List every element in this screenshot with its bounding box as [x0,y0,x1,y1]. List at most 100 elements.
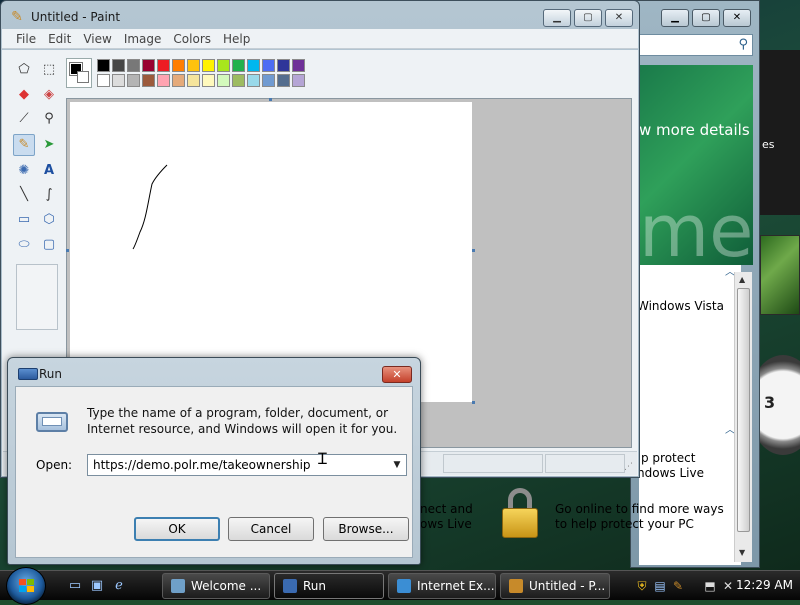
tray-icon[interactable]: ▤ [652,578,668,594]
color-swatch[interactable] [292,74,305,87]
color-swatch[interactable] [292,59,305,72]
color-swatch[interactable] [262,59,275,72]
brush-tool-icon[interactable]: ➤ [38,134,60,156]
color-swatch[interactable] [112,74,125,87]
clock[interactable]: 12:29 AM [736,578,793,592]
search-input[interactable]: ⚲ [639,34,753,56]
ok-button[interactable]: OK [134,517,220,541]
resize-handle[interactable] [66,249,69,252]
task-paint[interactable]: Untitled - P... [500,573,610,599]
text-tool-icon[interactable]: A [38,160,60,182]
welcome-item[interactable]: nect and ows Live [420,502,473,532]
menu-image[interactable]: Image [118,29,168,48]
volume-muted-icon[interactable]: ✕ [720,578,736,594]
color-picker-tool-icon[interactable]: ⟋ [13,108,35,130]
welcome-item-line[interactable]: ndows Live [637,466,704,480]
rectangle-tool-icon[interactable]: ▭ [13,209,35,231]
show-details-link[interactable]: w more details [639,121,750,139]
maximize-button[interactable]: ▢ [574,9,602,27]
color-swatch[interactable] [262,74,275,87]
chevron-down-icon[interactable]: ▼ [388,455,406,475]
eraser-tool-icon[interactable]: ◆ [13,84,35,106]
tool-options-box[interactable] [16,264,58,330]
fill-tool-icon[interactable]: ◈ [38,84,60,106]
color-swatch[interactable] [277,74,290,87]
protect-pc-link[interactable]: Go online to find more ways to help prot… [555,502,724,532]
color-swatch[interactable] [157,74,170,87]
minimize-button[interactable]: ▁ [661,9,689,27]
color-swatch[interactable] [97,59,110,72]
welcome-item[interactable]: Windows Vista [637,299,724,313]
color-swatch[interactable] [127,74,140,87]
color-swatch[interactable] [142,74,155,87]
task-internet-explorer[interactable]: Internet Ex... [388,573,496,599]
scroll-down-icon[interactable]: ▼ [739,548,745,557]
color-swatch[interactable] [127,59,140,72]
polygon-tool-icon[interactable]: ⬡ [38,209,60,231]
ellipse-tool-icon[interactable]: ⬭ [13,234,35,256]
resize-handle[interactable] [472,249,475,252]
security-shield-icon[interactable]: ⛨ [634,578,650,594]
color-swatch[interactable] [202,74,215,87]
welcome-scrollbar[interactable]: ▲ ▼ [734,272,752,562]
menu-view[interactable]: View [77,29,117,48]
color-swatch[interactable] [112,59,125,72]
color-swatch[interactable] [187,59,200,72]
switch-windows-icon[interactable]: ▣ [88,577,106,595]
resize-handle[interactable] [472,401,475,404]
color-swatch[interactable] [217,74,230,87]
network-icon[interactable]: ⬒ [702,578,718,594]
menu-colors[interactable]: Colors [167,29,217,48]
pencil-tool-icon[interactable]: ✎ [13,134,35,156]
paint-tray-icon[interactable]: ✎ [670,578,686,594]
color-swatch[interactable] [232,74,245,87]
run-icon [283,579,297,593]
menu-file[interactable]: File [10,29,42,48]
color-swatch[interactable] [202,59,215,72]
slideshow-gadget[interactable] [760,235,800,315]
task-run[interactable]: Run [274,573,384,599]
color-swatch[interactable] [247,59,260,72]
close-button[interactable]: ✕ [382,366,412,383]
color-swatch[interactable] [172,74,185,87]
rounded-rectangle-tool-icon[interactable]: ▢ [38,234,60,256]
close-button[interactable]: ✕ [605,9,633,27]
line-tool-icon[interactable]: ╲ [13,184,35,206]
task-welcome[interactable]: Welcome ... [162,573,270,599]
open-label: Open: [36,458,73,472]
resize-grip-icon[interactable]: ⋰ [624,462,633,472]
menu-help[interactable]: Help [217,29,256,48]
color-swatch[interactable] [142,59,155,72]
curve-tool-icon[interactable]: ∫ [38,184,60,206]
select-tool-icon[interactable]: ⬚ [38,59,60,81]
browse-button[interactable]: Browse... [323,517,409,541]
sidebar-gadget[interactable]: es [760,50,800,215]
free-select-tool-icon[interactable]: ⬠ [13,59,35,81]
color-swatch[interactable] [217,59,230,72]
close-button[interactable]: ✕ [723,9,751,27]
current-colors[interactable] [66,58,92,88]
welcome-item-line[interactable]: p protect [641,451,695,465]
resize-handle[interactable] [269,98,272,101]
color-swatch[interactable] [97,74,110,87]
color-swatch[interactable] [187,74,200,87]
scroll-thumb[interactable] [737,288,750,532]
maximize-button[interactable]: ▢ [692,9,720,27]
open-combobox[interactable]: https://demo.polr.me/takeownership ▼ [87,454,407,476]
color-swatch[interactable] [172,59,185,72]
color-swatch[interactable] [232,59,245,72]
color-swatch[interactable] [277,59,290,72]
start-button[interactable] [6,567,46,605]
open-input[interactable]: https://demo.polr.me/takeownership [93,458,311,472]
minimize-button[interactable]: ▁ [543,9,571,27]
magnifier-tool-icon[interactable]: ⚲ [38,108,60,130]
color-swatch[interactable] [157,59,170,72]
cancel-button[interactable]: Cancel [228,517,314,541]
color-swatch[interactable] [247,74,260,87]
airbrush-tool-icon[interactable]: ✺ [13,160,35,182]
menu-edit[interactable]: Edit [42,29,77,48]
paint-titlebar[interactable]: ✎ Untitled - Paint ▁ ▢ ✕ [1,1,639,31]
internet-explorer-icon[interactable]: ℯ [110,577,128,595]
show-desktop-icon[interactable]: ▭ [66,577,84,595]
scroll-up-icon[interactable]: ▲ [739,275,745,284]
